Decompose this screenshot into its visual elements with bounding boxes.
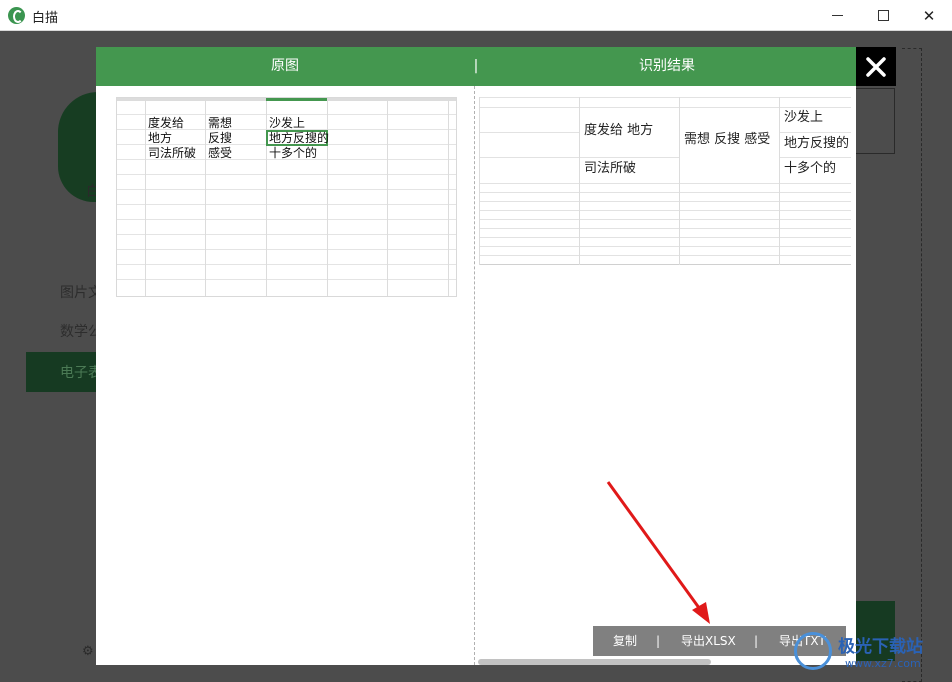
result-cell: 十多个的 xyxy=(784,161,837,176)
window-close-icon: ✕ xyxy=(922,6,936,25)
background-dashed-area xyxy=(902,48,922,682)
table-cell: 十多个的 xyxy=(269,146,318,160)
app-logo-icon xyxy=(8,7,25,24)
action-separator: | xyxy=(754,634,759,648)
result-cell: 地方反搜的 xyxy=(784,136,850,151)
original-image: 度发给 需想 沙发上 地方 反搜 地方反搜的 司法所破 感受 十多个的 xyxy=(116,97,457,297)
watermark-logo-icon xyxy=(794,632,832,670)
window-close-button[interactable]: ✕ xyxy=(906,0,952,31)
watermark-name: 极光下载站 xyxy=(838,637,923,657)
tab-original: 原图 xyxy=(271,58,299,74)
minimize-button[interactable] xyxy=(814,0,860,31)
close-icon xyxy=(866,56,886,77)
export-xlsx-button[interactable]: 导出XLSX xyxy=(681,626,736,656)
action-separator: | xyxy=(656,634,661,648)
title-bar: 白描 ✕ xyxy=(0,0,952,31)
result-cell: 度发给 地方 xyxy=(584,123,654,138)
modal-close-button[interactable] xyxy=(856,47,896,86)
recognition-modal: 原图 | 识别结果 度发给 需想 沙发上 地方 反搜 地方反搜的 司法所破 感受 xyxy=(96,47,856,665)
modal-header: 原图 | 识别结果 xyxy=(96,47,856,86)
watermark-url: www.xz7.com xyxy=(845,657,921,670)
tab-result: 识别结果 xyxy=(639,58,695,74)
result-cell: 需想 反搜 感受 xyxy=(684,132,771,147)
copy-button[interactable]: 复制 xyxy=(613,626,637,656)
result-table: 度发给 地方 司法所破 需想 反搜 感受 沙发上 地方反搜的 十多个的 xyxy=(479,97,851,265)
gear-icon: ⚙ xyxy=(82,644,94,659)
table-cell: 感受 xyxy=(208,146,233,160)
window-title: 白描 xyxy=(32,11,59,26)
background-box xyxy=(855,88,895,154)
table-cell: 司法所破 xyxy=(148,146,197,160)
result-cell: 司法所破 xyxy=(584,161,637,176)
result-cell: 沙发上 xyxy=(784,110,824,125)
minimize-icon xyxy=(831,15,843,16)
maximize-icon xyxy=(877,10,889,21)
maximize-button[interactable] xyxy=(860,0,906,31)
pane-divider xyxy=(474,86,475,665)
red-arrow-annotation xyxy=(606,481,710,624)
horizontal-scrollbar[interactable] xyxy=(478,659,711,665)
